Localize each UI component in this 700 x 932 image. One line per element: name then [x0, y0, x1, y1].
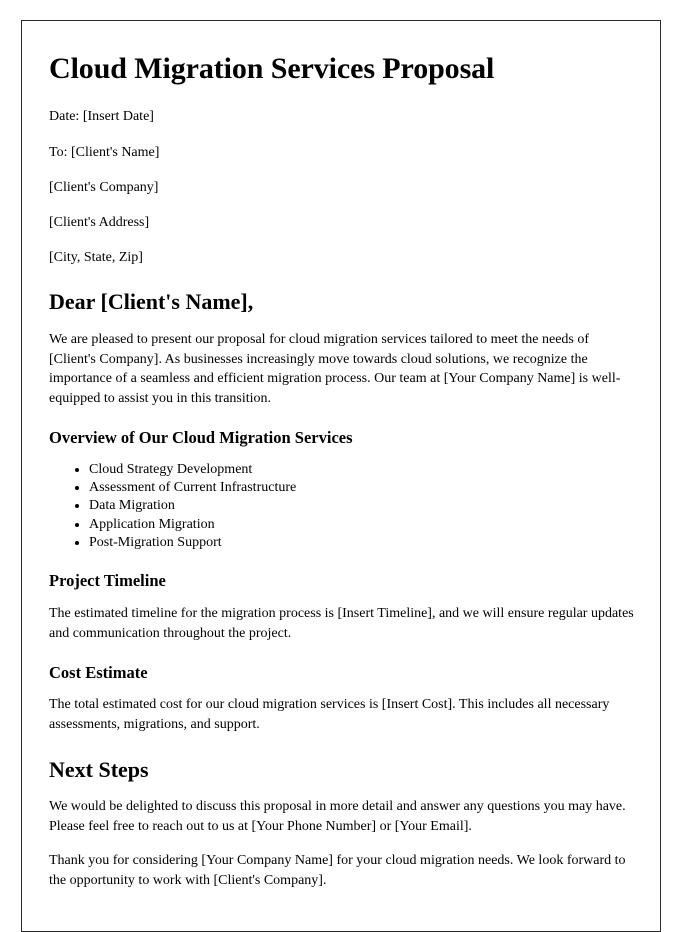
meta-date: Date: [Insert Date] [49, 109, 154, 125]
document-page: Cloud Migration Services Proposal Date: … [21, 20, 661, 932]
list-item: Post-Migration Support [89, 534, 634, 552]
letter-metadata-block: Date: [Insert Date] To: [Client's Name] … [49, 108, 634, 267]
next-steps-heading: Next Steps [49, 757, 149, 783]
list-item: Assessment of Current Infrastructure [89, 479, 634, 497]
page-title: Cloud Migration Services Proposal [49, 52, 495, 85]
meta-recipient-name: To: [Client's Name] [49, 144, 160, 160]
list-item: Data Migration [89, 497, 634, 515]
overview-heading: Overview of Our Cloud Migration Services [49, 428, 353, 448]
intro-paragraph: We are pleased to present our proposal f… [49, 331, 621, 407]
cost-estimate-heading: Cost Estimate [49, 662, 148, 682]
next-steps-paragraph-1: We would be delighted to discuss this pr… [49, 799, 626, 835]
list-item: Application Migration [89, 516, 634, 534]
services-list: Cloud Strategy Development Assessment of… [49, 461, 634, 552]
project-timeline-heading: Project Timeline [49, 570, 166, 590]
next-steps-paragraph-2: Thank you for considering [Your Company … [49, 853, 626, 889]
list-item: Cloud Strategy Development [89, 461, 634, 479]
meta-company: [Client's Company] [49, 179, 159, 195]
salutation-heading: Dear [Client's Name], [49, 289, 254, 315]
meta-address: [Client's Address] [49, 214, 150, 230]
meta-city-state-zip: [City, State, Zip] [49, 250, 143, 266]
project-timeline-paragraph: The estimated timeline for the migration… [49, 605, 634, 641]
cost-estimate-paragraph: The total estimated cost for our cloud m… [49, 697, 610, 733]
